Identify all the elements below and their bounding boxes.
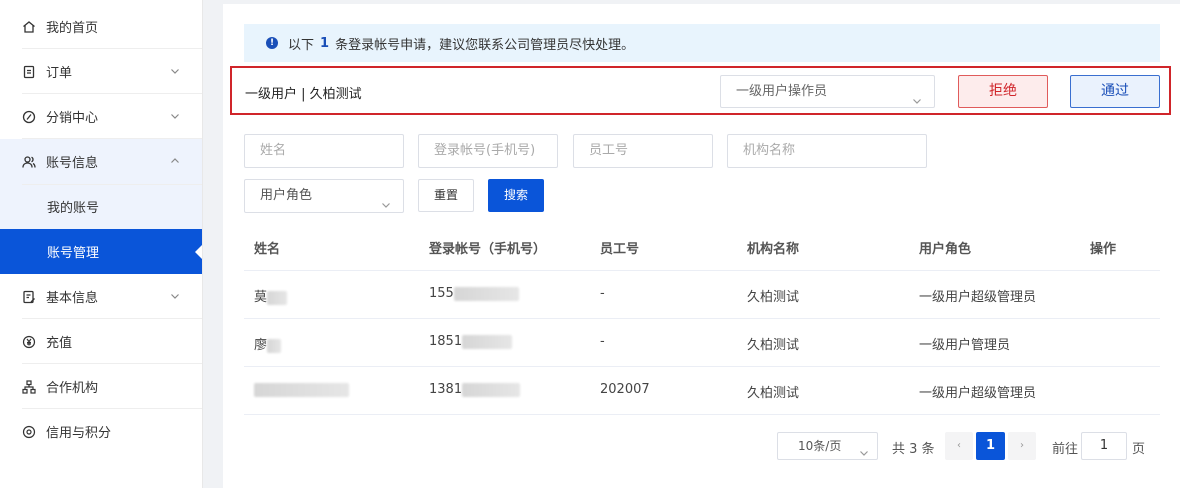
table-cell-org: 久柏测试 — [747, 386, 800, 401]
gear-icon — [22, 425, 36, 439]
chevron-left-icon: ‹ — [957, 440, 961, 451]
table-cell-employee: - — [600, 334, 605, 349]
sidebar-item-label: 订单 — [46, 66, 73, 81]
users-icon — [22, 155, 36, 169]
sidebar-item-label: 充值 — [46, 336, 73, 351]
table-divider — [244, 414, 1160, 415]
chevron-down-icon — [170, 110, 180, 120]
prev-page-button[interactable]: ‹ — [945, 432, 973, 460]
goto-page-input[interactable]: 1 — [1081, 432, 1127, 460]
chevron-down-icon — [381, 191, 391, 208]
reject-button[interactable]: 拒绝 — [958, 75, 1048, 108]
table-divider — [244, 366, 1160, 367]
table-cell-org: 久柏测试 — [747, 290, 800, 305]
notice-prefix: 以下 — [288, 37, 315, 53]
yen-coin-icon — [22, 335, 36, 349]
redacted-mask — [267, 290, 288, 305]
chevron-up-icon — [170, 155, 180, 165]
table-cell-employee: - — [600, 286, 605, 301]
column-header-org: 机构名称 — [747, 242, 800, 257]
table-cell-account: 155 — [429, 286, 519, 301]
sidebar-item-recharge[interactable]: 充值 — [0, 319, 202, 364]
role-select-value: 一级用户操作员 — [736, 84, 828, 99]
document-edit-icon — [22, 290, 36, 304]
sidebar-item-credit[interactable]: 信用与积分 — [0, 409, 202, 454]
redacted-mask — [462, 334, 513, 349]
chevron-down-icon — [170, 65, 180, 75]
name-input[interactable]: 姓名 — [244, 134, 404, 168]
redacted-mask — [453, 286, 519, 301]
sidebar-item-label: 分销中心 — [46, 111, 99, 126]
sidebar-item-label: 账号管理 — [47, 246, 100, 261]
reset-button[interactable]: 重置 — [418, 179, 474, 212]
sidebar-item-label: 我的首页 — [46, 21, 99, 36]
table-cell-role: 一级用户超级管理员 — [919, 290, 1037, 305]
table-cell-account: 1381 — [429, 382, 521, 397]
redacted-mask — [462, 382, 521, 397]
redacted-mask — [267, 338, 282, 353]
request-applicant: 一级用户 | 久柏测试 — [245, 87, 362, 102]
sidebar-item-distribution[interactable]: 分销中心 — [0, 94, 202, 139]
main-panel: ! 以下 1 条登录帐号申请，建议您联系公司管理员尽快处理。 一级用户 | 久柏… — [223, 4, 1180, 488]
sidebar-item-account-info[interactable]: 账号信息 — [0, 139, 202, 184]
notice-text: 条登录帐号申请，建议您联系公司管理员尽快处理。 — [335, 37, 635, 53]
column-header-actions: 操作 — [1090, 242, 1117, 257]
table-cell-name: 廖 — [254, 334, 282, 353]
role-filter-select[interactable]: 用户角色 — [244, 179, 404, 213]
sidebar: 我的首页 订单 分销中心 账号信息 我的账号 账号管理 基本信息 充值 合作机构 — [0, 0, 203, 488]
role-filter-value: 用户角色 — [260, 188, 313, 203]
sidebar-item-label: 账号信息 — [46, 156, 99, 171]
table-cell-role: 一级用户超级管理员 — [919, 386, 1037, 401]
sidebar-item-orders[interactable]: 订单 — [0, 49, 202, 94]
chevron-down-icon — [912, 87, 922, 104]
sidebar-item-label: 我的账号 — [47, 201, 100, 216]
table-divider — [244, 270, 1160, 271]
table-cell-name: 莫 — [254, 286, 288, 305]
sidebar-item-label: 合作机构 — [46, 381, 99, 396]
chevron-down-icon — [859, 441, 869, 456]
table-cell-account: 1851 — [429, 334, 513, 349]
approve-button[interactable]: 通过 — [1070, 75, 1160, 108]
page-size-select[interactable]: 10条/页 — [777, 432, 878, 460]
sidebar-divider — [22, 184, 202, 185]
account-input[interactable]: 登录帐号(手机号) — [418, 134, 558, 168]
column-header-role: 用户角色 — [919, 242, 972, 257]
sidebar-item-label: 基本信息 — [46, 291, 99, 306]
notice-count: 1 — [320, 35, 330, 51]
org-chart-icon — [22, 379, 36, 394]
page-size-value: 10条/页 — [798, 439, 842, 453]
goto-label: 前往 — [1052, 442, 1079, 457]
redacted-mask — [254, 382, 349, 397]
pending-request-row: 一级用户 | 久柏测试 一级用户操作员 拒绝 通过 — [230, 66, 1171, 115]
table-cell-employee: 202007 — [600, 382, 650, 397]
document-icon — [22, 65, 36, 79]
column-header-employee: 员工号 — [600, 242, 640, 257]
sidebar-item-home[interactable]: 我的首页 — [0, 4, 202, 49]
sidebar-item-partners[interactable]: 合作机构 — [0, 364, 202, 409]
table-cell-role: 一级用户管理员 — [919, 338, 1011, 353]
info-icon: ! — [266, 37, 278, 49]
next-page-button[interactable]: › — [1008, 432, 1036, 460]
column-header-account: 登录帐号（手机号） — [429, 242, 547, 257]
employee-id-input[interactable]: 员工号 — [573, 134, 713, 168]
home-icon — [22, 20, 36, 34]
chevron-down-icon — [170, 290, 180, 300]
page-number-current[interactable]: 1 — [976, 432, 1005, 460]
notice-banner: ! 以下 1 条登录帐号申请，建议您联系公司管理员尽快处理。 — [244, 24, 1160, 62]
chevron-right-icon: › — [1020, 440, 1024, 451]
page-label: 页 — [1132, 442, 1146, 457]
sidebar-item-label: 信用与积分 — [46, 426, 112, 441]
column-header-name: 姓名 — [254, 242, 281, 257]
sidebar-item-account-management[interactable]: 账号管理 — [0, 229, 202, 274]
table-divider — [244, 318, 1160, 319]
table-cell-org: 久柏测试 — [747, 338, 800, 353]
search-button[interactable]: 搜索 — [488, 179, 544, 212]
role-select[interactable]: 一级用户操作员 — [720, 75, 935, 108]
org-name-input[interactable]: 机构名称 — [727, 134, 927, 168]
percent-icon — [22, 110, 36, 124]
sidebar-item-my-account[interactable]: 我的账号 — [0, 184, 202, 229]
sidebar-item-basic-info[interactable]: 基本信息 — [0, 274, 202, 319]
pagination-total: 共 3 条 — [892, 442, 935, 457]
table-cell-name — [254, 382, 349, 397]
